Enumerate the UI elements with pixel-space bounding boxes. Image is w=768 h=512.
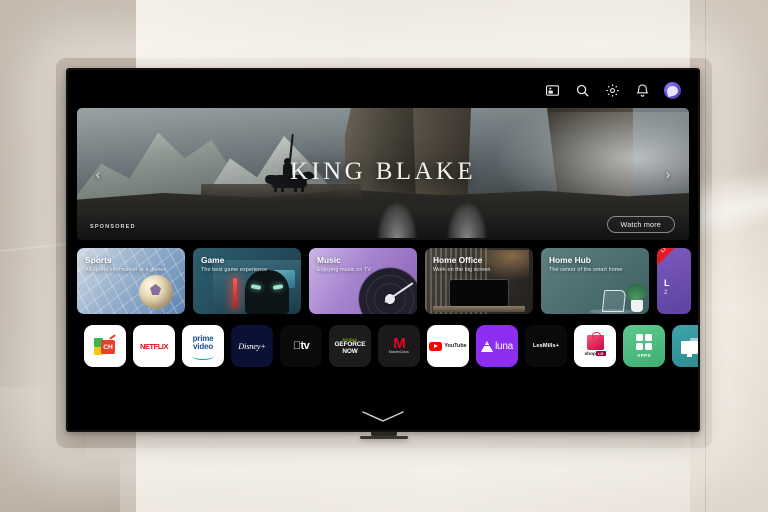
app-label: M	[393, 335, 405, 352]
app-label: Disney+	[238, 341, 266, 351]
app-masterclass[interactable]: M MasterClass	[378, 325, 420, 367]
card-subtitle: The center of the smart home	[549, 267, 623, 273]
card-title: Home Office	[433, 255, 483, 265]
app-lg-channels[interactable]: CH	[84, 325, 126, 367]
card-subtitle: The best game experience	[201, 267, 268, 273]
youtube-icon: YouTube	[429, 341, 467, 351]
app-label: YouTube	[444, 343, 467, 349]
top-bar	[68, 70, 698, 110]
card-subtitle: Work on the big screen	[433, 267, 491, 273]
plant-pot-graphic	[631, 300, 643, 312]
prime-swoosh-icon	[191, 352, 215, 360]
card-home-office[interactable]: Home Office Work on the big screen	[425, 248, 533, 314]
category-card-row: Sports All sports information at a glanc…	[77, 248, 698, 316]
card-title: Music	[317, 255, 341, 265]
card-game[interactable]: Game The best game experience	[193, 248, 301, 314]
app-label-2: LG	[595, 351, 606, 356]
tv-screen: KING BLAKE ‹ › SPONSORED Watch more Spor…	[68, 70, 698, 430]
watch-more-button[interactable]: Watch more	[606, 216, 675, 233]
card-sports[interactable]: Sports All sports information at a glanc…	[77, 248, 185, 314]
app-geforce-now[interactable]: NVIDIA GEFORCE NOW	[329, 325, 371, 367]
live-badge: LIVE	[657, 248, 687, 268]
notification-bell-icon[interactable]	[634, 82, 651, 99]
app-label: LesMills+	[532, 343, 560, 349]
show-more-chevron-down-icon[interactable]	[360, 410, 406, 423]
app-label: luna	[495, 340, 513, 352]
app-label-2: NOW	[342, 347, 358, 355]
sponsored-label: SPONSORED	[90, 224, 136, 230]
card-subtitle: Enjoying music on TV	[317, 267, 372, 273]
app-apple-tv[interactable]: tv	[280, 325, 322, 367]
geforce-now-icon: NVIDIA GEFORCE NOW	[335, 337, 366, 355]
card-title: Game	[201, 255, 225, 265]
tv-set: KING BLAKE ‹ › SPONSORED Watch more Spor…	[66, 68, 700, 432]
card-subtitle: All sports information at a glance	[85, 267, 167, 273]
carousel-next-arrow[interactable]: ›	[659, 163, 677, 185]
app-label-2: MasterClass	[389, 350, 409, 354]
chair-graphic	[601, 290, 627, 312]
ruin-arch	[377, 202, 417, 238]
screen-share-front-icon	[681, 341, 698, 354]
app-label: shop LG	[584, 351, 606, 357]
wall-right-seam	[705, 0, 706, 512]
avatar[interactable]	[664, 81, 681, 99]
card-live-partial[interactable]: LIVE L 2	[657, 248, 691, 314]
shopping-bag-icon	[586, 332, 604, 350]
monitor-graphic	[450, 280, 508, 306]
ruin-arch	[447, 202, 487, 238]
app-screen-share[interactable]	[672, 325, 698, 367]
prime-video-icon: prime video	[191, 335, 215, 360]
wall-right-panel	[690, 0, 768, 512]
card-subtitle: 2	[664, 290, 668, 296]
app-prime-video[interactable]: prime video	[182, 325, 224, 367]
app-label: APPS	[637, 353, 651, 359]
shop-lg-icon: shop LG	[584, 332, 606, 357]
card-music[interactable]: Music Enjoying music on TV	[309, 248, 417, 314]
app-label-2: video	[193, 342, 213, 351]
app-label: tv	[293, 340, 310, 352]
play-icon	[429, 341, 443, 351]
vinyl-record-graphic	[359, 268, 417, 314]
multiview-icon[interactable]	[544, 82, 561, 99]
app-shop-lg[interactable]: shop LG	[574, 325, 616, 367]
screen-share-stand-icon	[687, 354, 692, 357]
search-icon[interactable]	[574, 82, 591, 99]
app-label: NETFLIX	[140, 341, 168, 351]
plant-graphic	[625, 280, 647, 302]
app-youtube[interactable]: YouTube	[427, 325, 469, 367]
carousel-prev-arrow[interactable]: ‹	[89, 163, 107, 185]
app-netflix[interactable]: NETFLIX	[133, 325, 175, 367]
app-amazon-luna[interactable]: luna	[476, 325, 518, 367]
settings-gear-icon[interactable]	[604, 82, 621, 99]
luna-triangle-icon	[481, 340, 494, 352]
tv-stand-foot	[360, 436, 408, 439]
card-title: Sports	[85, 255, 112, 265]
card-home-hub[interactable]: Home Hub The center of the smart home	[541, 248, 649, 314]
app-launcher-row: CH NETFLIX prime video Disney+ tv	[84, 324, 698, 368]
hero-title: KING BLAKE	[289, 158, 477, 185]
app-label: CH	[101, 340, 115, 354]
gaming-chair-graphic	[245, 270, 289, 314]
app-disney-plus[interactable]: Disney+	[231, 325, 273, 367]
rgb-lamp-graphic	[233, 278, 237, 308]
desk-graphic	[433, 306, 525, 312]
lg-channels-icon: CH	[94, 334, 116, 356]
card-title: Home Hub	[549, 255, 591, 265]
app-lesmills[interactable]: LesMills+	[525, 325, 567, 367]
apps-grid-icon: APPS	[635, 333, 653, 359]
masterclass-icon: M MasterClass	[389, 335, 409, 354]
card-title: L	[664, 278, 670, 288]
app-apps-store[interactable]: APPS	[623, 325, 665, 367]
soccer-ball-icon	[139, 275, 173, 309]
hero-banner[interactable]: KING BLAKE ‹ › SPONSORED Watch more	[77, 108, 689, 240]
